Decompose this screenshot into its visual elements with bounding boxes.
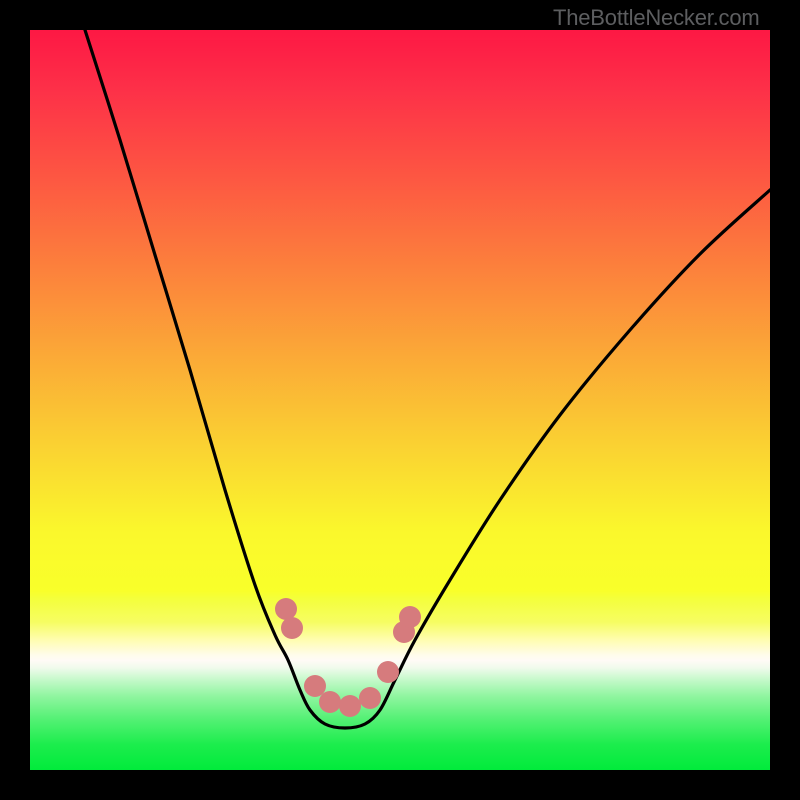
curve-marker [339,695,361,717]
curve-marker [377,661,399,683]
curve-marker [304,675,326,697]
bottleneck-curve-line [85,30,770,728]
curve-marker [319,691,341,713]
curve-marker [275,598,297,620]
chart-frame [30,30,770,770]
chart-curve [30,30,770,770]
watermark-text: TheBottleNecker.com [553,5,760,31]
curve-markers [275,598,421,717]
curve-marker [399,606,421,628]
curve-marker [359,687,381,709]
curve-marker [281,617,303,639]
